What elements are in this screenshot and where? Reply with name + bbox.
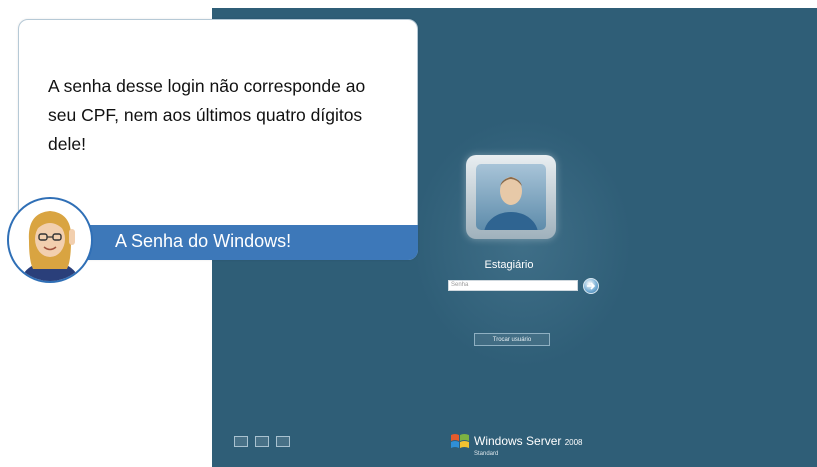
bottom-toolbar [234,436,290,447]
shutdown-icon[interactable] [276,436,290,447]
callout-banner: A Senha do Windows! [63,225,418,260]
product-name: Windows Server [474,434,562,448]
user-avatar-tile[interactable] [466,155,556,239]
windows-flag-icon [449,431,471,453]
username-label: Estagiário [484,259,534,271]
product-year: 2008 [564,438,583,447]
callout-text: A senha desse login não corresponde ao s… [48,76,366,154]
ease-of-access-icon[interactable] [234,436,248,447]
user-avatar-icon [476,164,546,230]
password-field[interactable]: Senha [448,280,578,291]
switch-user-button[interactable]: Trocar usuário [474,333,550,346]
banner-title: A Senha do Windows! [115,231,292,251]
mascot-girl-icon [7,197,93,283]
keyboard-icon[interactable] [255,436,269,447]
windows-server-brand: Windows Server 2008 [474,434,583,448]
product-edition: Standard [474,451,499,457]
arrow-right-icon[interactable] [583,278,599,294]
